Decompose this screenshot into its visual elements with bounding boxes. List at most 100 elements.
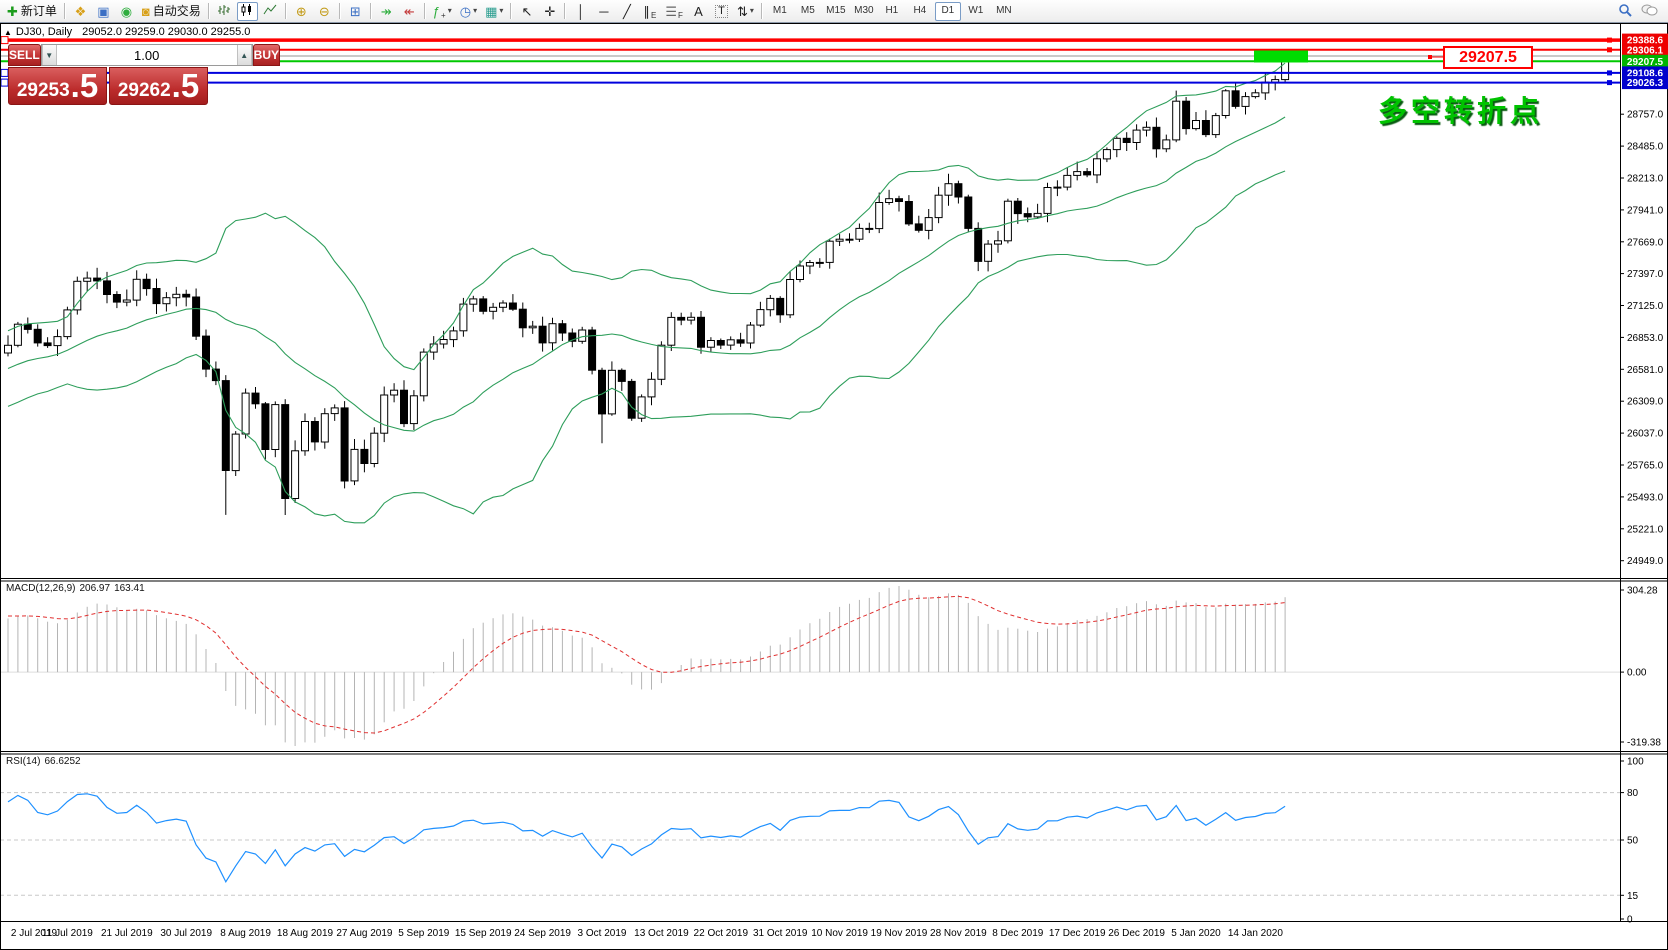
chart-shift-button[interactable]: ↞ xyxy=(399,2,420,21)
bar-chart-button[interactable] xyxy=(214,2,235,21)
crosshair-icon: ✛ xyxy=(544,5,555,18)
crosshair-button[interactable]: ✛ xyxy=(539,2,560,21)
buy-button[interactable]: BUY xyxy=(253,44,280,66)
chat-icon xyxy=(1641,3,1658,19)
arrows-button[interactable]: ⇅▾ xyxy=(734,2,757,21)
svg-text:31 Oct 2019: 31 Oct 2019 xyxy=(753,928,808,939)
ohlc-readout: 29052.0 29259.0 29030.0 29255.0 xyxy=(82,26,250,38)
terminal-button[interactable]: ▣ xyxy=(93,2,114,21)
autotrading-button[interactable]: ◙自动交易 xyxy=(139,2,204,21)
search-button[interactable] xyxy=(1615,2,1636,21)
chat-button[interactable] xyxy=(1638,2,1661,21)
one-click-collapse-toggle[interactable]: ▲ xyxy=(4,28,12,37)
signals-button[interactable]: ◉ xyxy=(116,2,137,21)
fibonacci-button[interactable]: ☰F xyxy=(662,2,686,21)
volume-decrease-button[interactable]: ▼ xyxy=(42,45,57,65)
main-toolbar: ✚新订单❖▣◉◙自动交易⊕⊖⊞↠↞ƒ+▾◷▾▦▾↖✛│─╱∥E☰FAT⇅▾M1M… xyxy=(0,0,1668,23)
svg-text:3 Oct 2019: 3 Oct 2019 xyxy=(578,928,627,939)
svg-text:26 Dec 2019: 26 Dec 2019 xyxy=(1108,928,1165,939)
toolbar-separator xyxy=(285,3,287,19)
timeframe-w1-button[interactable]: W1 xyxy=(963,2,989,21)
svg-text:15: 15 xyxy=(1627,891,1639,902)
periods-button[interactable]: ◷▾ xyxy=(457,2,480,21)
svg-text:27941.0: 27941.0 xyxy=(1627,205,1664,216)
terminal-icon: ▣ xyxy=(97,5,109,18)
buy-price-button[interactable]: 29262.5 xyxy=(109,67,208,105)
timeframe-d1-button[interactable]: D1 xyxy=(935,2,961,21)
volume-increase-button[interactable]: ▲ xyxy=(237,45,252,65)
volume-input[interactable] xyxy=(57,45,237,65)
horizontal-line-button[interactable]: ─ xyxy=(593,2,614,21)
line-chart-button[interactable] xyxy=(260,2,281,21)
toolbar-separator xyxy=(370,3,372,19)
dropdown-caret-icon: ▾ xyxy=(499,7,503,15)
svg-text:8 Aug 2019: 8 Aug 2019 xyxy=(220,928,271,939)
svg-text:29026.3: 29026.3 xyxy=(1627,78,1664,89)
zoom-out-icon: ⊖ xyxy=(319,5,330,18)
periods-icon: ◷ xyxy=(460,5,471,18)
toolbar-separator xyxy=(564,3,566,19)
svg-text:29306.1: 29306.1 xyxy=(1627,45,1664,56)
svg-text:0: 0 xyxy=(1627,915,1633,926)
chart-canvas[interactable]: 28757.028485.028213.027941.027669.027397… xyxy=(0,0,1668,950)
svg-text:21 Jul 2019: 21 Jul 2019 xyxy=(101,928,153,939)
profiles-button[interactable]: ❖ xyxy=(70,2,91,21)
tile-windows-button[interactable]: ⊞ xyxy=(345,2,366,21)
text-button[interactable]: A xyxy=(688,2,709,21)
volume-box: ▼ ▲ xyxy=(41,44,253,66)
auto-scroll-button[interactable]: ↠ xyxy=(376,2,397,21)
vertical-line-button[interactable]: │ xyxy=(570,2,591,21)
autotrading-icon: ◙ xyxy=(142,5,150,18)
svg-text:80: 80 xyxy=(1627,788,1639,799)
candlestick-button[interactable] xyxy=(237,2,258,21)
indicators-icon: ƒ xyxy=(433,5,440,18)
templates-button[interactable]: ▦▾ xyxy=(482,2,506,21)
sell-button[interactable]: SELL xyxy=(8,44,41,66)
toolbar-separator xyxy=(64,3,66,19)
toolbar-separator xyxy=(208,3,210,19)
equidistant-channel-button[interactable]: ∥E xyxy=(639,2,660,21)
svg-text:13 Oct 2019: 13 Oct 2019 xyxy=(634,928,689,939)
new-order-button[interactable]: ✚新订单 xyxy=(4,2,60,21)
text-label-button[interactable]: T xyxy=(711,2,732,21)
svg-text:24949.0: 24949.0 xyxy=(1627,556,1664,567)
svg-text:50: 50 xyxy=(1627,836,1639,847)
svg-text:27125.0: 27125.0 xyxy=(1627,301,1664,312)
timeframe-h1-button[interactable]: H1 xyxy=(879,2,905,21)
auto-scroll-icon: ↠ xyxy=(381,5,392,18)
zoom-out-button[interactable]: ⊖ xyxy=(314,2,335,21)
cursor-icon: ↖ xyxy=(521,5,532,18)
toolbar-separator xyxy=(339,3,341,19)
svg-text:5 Sep 2019: 5 Sep 2019 xyxy=(398,928,450,939)
svg-text:28213.0: 28213.0 xyxy=(1627,174,1664,185)
timeframe-h4-button[interactable]: H4 xyxy=(907,2,933,21)
trendline-button[interactable]: ╱ xyxy=(616,2,637,21)
svg-text:28485.0: 28485.0 xyxy=(1627,142,1664,153)
profiles-icon: ❖ xyxy=(75,5,87,18)
dropdown-caret-icon: ▾ xyxy=(473,7,477,15)
arrows-icon: ⇅ xyxy=(737,5,748,18)
trading-app-window: 28757.028485.028213.027941.027669.027397… xyxy=(0,0,1668,950)
cursor-button[interactable]: ↖ xyxy=(516,2,537,21)
bar-chart-icon xyxy=(217,3,231,19)
indicators-button[interactable]: ƒ+▾ xyxy=(430,2,455,21)
horizontal-line-icon: ─ xyxy=(599,5,608,18)
svg-text:25765.0: 25765.0 xyxy=(1627,461,1664,472)
svg-text:28757.0: 28757.0 xyxy=(1627,110,1664,121)
timeframe-m5-button[interactable]: M5 xyxy=(795,2,821,21)
svg-text:10 Nov 2019: 10 Nov 2019 xyxy=(811,928,868,939)
dropdown-caret-icon: ▾ xyxy=(448,7,452,15)
templates-icon: ▦ xyxy=(485,5,497,18)
chart-title: ▲DJ30, Daily29052.0 29259.0 29030.0 2925… xyxy=(4,26,250,38)
price-callout-label: 29207.5 xyxy=(1443,46,1533,69)
svg-text:27397.0: 27397.0 xyxy=(1627,269,1664,280)
timeframe-mn-button[interactable]: MN xyxy=(991,2,1017,21)
svg-text:27 Aug 2019: 27 Aug 2019 xyxy=(336,928,393,939)
timeframe-m30-button[interactable]: M30 xyxy=(851,2,877,21)
sell-price-button[interactable]: 29253.5 xyxy=(8,67,107,105)
timeframe-m1-button[interactable]: M1 xyxy=(767,2,793,21)
timeframe-m15-button[interactable]: M15 xyxy=(823,2,849,21)
toolbar-separator xyxy=(761,3,763,19)
zoom-in-button[interactable]: ⊕ xyxy=(291,2,312,21)
svg-text:5 Jan 2020: 5 Jan 2020 xyxy=(1171,928,1221,939)
